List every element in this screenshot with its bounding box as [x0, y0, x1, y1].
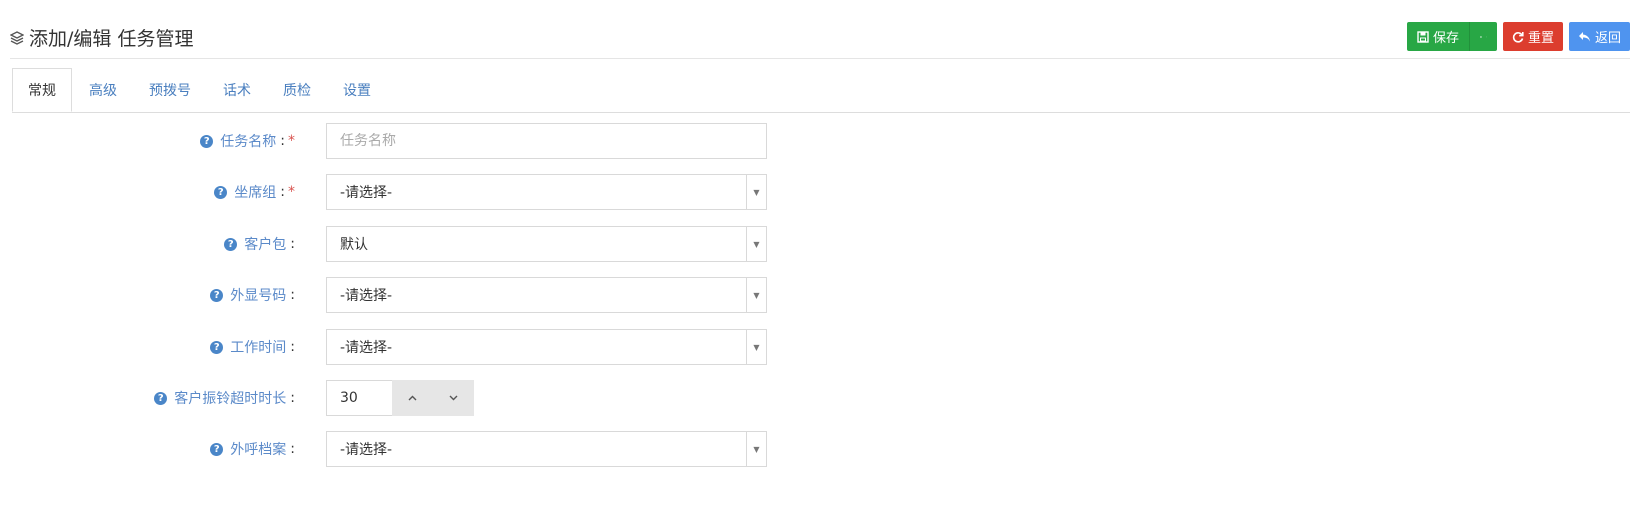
customer-pack-select[interactable]: 默认 ▼ [326, 226, 767, 262]
customer-pack-label-text: 客户包 [244, 237, 287, 253]
label-colon: : [290, 236, 295, 252]
save-button[interactable]: 保存 [1406, 22, 1469, 51]
back-button-label: 返回 [1594, 31, 1621, 46]
task-name-field [326, 123, 767, 159]
page-header: 添加/编辑 任务管理 保存 重置 返回 [10, 20, 1630, 59]
help-icon[interactable]: ? [224, 237, 238, 251]
label-colon: : [290, 287, 295, 303]
task-name-label: ? 任务名称 : * [200, 123, 295, 159]
form-row-agent-group: ? 坐席组 : * -请选择- ▼ [0, 174, 800, 210]
dropdown-arrow-icon[interactable]: ▼ [746, 175, 766, 209]
help-icon[interactable]: ? [154, 391, 168, 405]
agent-group-select[interactable]: -请选择- ▼ [326, 174, 767, 210]
label-colon: : [290, 390, 295, 406]
save-options-button[interactable] [1468, 22, 1497, 51]
form-row-customer-pack: ? 客户包 : 默认 ▼ [0, 226, 800, 262]
task-name-input[interactable] [340, 133, 740, 149]
dropdown-arrow-icon[interactable]: ▼ [746, 432, 766, 466]
help-icon[interactable]: ? [210, 288, 224, 302]
call-profile-value: -请选择- [340, 442, 393, 458]
customer-pack-label: ? 客户包 : [224, 226, 295, 262]
ring-timeout-label: ? 客户振铃超时时长 : [154, 380, 295, 416]
reply-icon [1578, 32, 1590, 42]
tab-quality[interactable]: 质检 [268, 68, 326, 111]
work-time-select[interactable]: -请选择- ▼ [326, 329, 767, 365]
ring-timeout-label-text: 客户振铃超时时长 [174, 391, 287, 407]
display-number-value: -请选择- [340, 288, 393, 304]
page-title: 添加/编辑 任务管理 [10, 24, 193, 51]
display-number-label-text: 外显号码 [230, 288, 287, 304]
floppy-icon [1417, 30, 1429, 43]
tab-advanced[interactable]: 高级 [74, 68, 132, 111]
list-icon [1479, 35, 1482, 38]
ring-timeout-input[interactable]: 30 [326, 380, 392, 416]
form-row-display-number: ? 外显号码 : -请选择- ▼ [0, 277, 800, 313]
back-button[interactable]: 返回 [1568, 22, 1630, 51]
refresh-icon [1512, 31, 1524, 43]
chevron-up-icon [408, 395, 417, 401]
display-number-select[interactable]: -请选择- ▼ [326, 277, 767, 313]
save-button-label: 保存 [1432, 31, 1459, 46]
tab-predial[interactable]: 预拨号 [134, 68, 206, 111]
form-row-ring-timeout: ? 客户振铃超时时长 : 30 [0, 380, 800, 416]
call-profile-select[interactable]: -请选择- ▼ [326, 431, 767, 467]
customer-pack-value: 默认 [340, 237, 368, 253]
toolbar: 保存 重置 返回 [1406, 22, 1630, 51]
agent-group-label: ? 坐席组 : * [214, 174, 295, 210]
layers-icon [10, 30, 24, 45]
page-title-text: 添加/编辑 任务管理 [29, 28, 194, 50]
chevron-down-icon [449, 395, 458, 401]
required-marker: * [288, 184, 295, 200]
form-row-task-name: ? 任务名称 : * [0, 123, 800, 159]
tab-script[interactable]: 话术 [208, 68, 266, 111]
display-number-label: ? 外显号码 : [210, 277, 295, 313]
tab-settings[interactable]: 设置 [328, 68, 386, 111]
dropdown-arrow-icon[interactable]: ▼ [746, 227, 766, 261]
reset-button-label: 重置 [1527, 31, 1554, 46]
label-colon: : [290, 339, 295, 355]
call-profile-label: ? 外呼档案 : [210, 431, 295, 467]
required-marker: * [288, 133, 295, 149]
dropdown-arrow-icon[interactable]: ▼ [746, 330, 766, 364]
label-colon: : [280, 184, 285, 200]
chevron-down-icon [1485, 36, 1487, 37]
help-icon[interactable]: ? [214, 185, 228, 199]
dropdown-arrow-icon[interactable]: ▼ [746, 278, 766, 312]
help-icon[interactable]: ? [200, 134, 214, 148]
agent-group-label-text: 坐席组 [234, 185, 277, 201]
work-time-label-text: 工作时间 [230, 340, 287, 356]
reset-button[interactable]: 重置 [1502, 22, 1563, 51]
work-time-label: ? 工作时间 : [210, 329, 295, 365]
form-row-call-profile: ? 外呼档案 : -请选择- ▼ [0, 431, 800, 467]
tab-general[interactable]: 常规 [12, 68, 72, 112]
call-profile-label-text: 外呼档案 [230, 442, 287, 458]
label-colon: : [280, 133, 285, 149]
help-icon[interactable]: ? [210, 340, 224, 354]
task-name-label-text: 任务名称 [220, 134, 277, 150]
ring-timeout-stepper: 30 [326, 380, 474, 416]
agent-group-value: -请选择- [340, 185, 393, 201]
save-button-group: 保存 [1406, 22, 1497, 51]
label-colon: : [290, 441, 295, 457]
increment-button[interactable] [392, 380, 433, 416]
work-time-value: -请选择- [340, 340, 393, 356]
help-icon[interactable]: ? [210, 442, 224, 456]
decrement-button[interactable] [433, 380, 474, 416]
tab-bar: 常规 高级 预拨号 话术 质检 设置 [12, 68, 1630, 113]
form-row-work-time: ? 工作时间 : -请选择- ▼ [0, 329, 800, 365]
